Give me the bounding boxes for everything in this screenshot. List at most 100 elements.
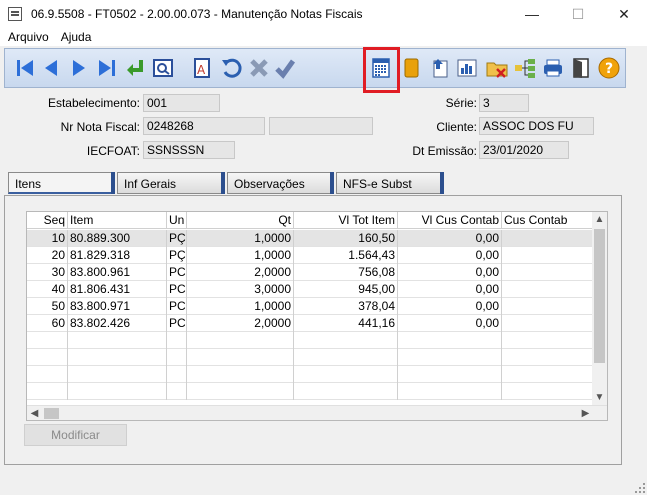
cell-qt — [187, 366, 294, 383]
chart-icon — [457, 59, 477, 77]
chart-button[interactable] — [453, 54, 481, 82]
cell-qt: 1,0000 — [187, 247, 294, 264]
table-row[interactable]: 60 83.802.426 PC 2,0000 441,16 0,00 — [27, 315, 593, 332]
menu-arquivo[interactable]: Arquivo — [8, 30, 49, 44]
edit-button[interactable]: A — [189, 54, 217, 82]
iecfoat-field[interactable]: SSNSSSN — [143, 141, 235, 159]
window-title: 06.9.5508 - FT0502 - 2.00.00.073 - Manut… — [31, 7, 363, 21]
cell-seq: 20 — [27, 247, 68, 264]
tab-inf-gerais[interactable]: Inf Gerais — [117, 172, 225, 194]
cell-vl-tot-item — [294, 332, 398, 349]
cell-cus-contab — [502, 230, 593, 247]
svg-text:?: ? — [605, 61, 613, 77]
cell-un: PC — [169, 281, 187, 298]
resize-grip-icon[interactable] — [635, 483, 645, 493]
last-record-button[interactable] — [93, 54, 121, 82]
next-record-button[interactable] — [65, 54, 93, 82]
tree-button[interactable] — [511, 54, 539, 82]
import-button[interactable] — [425, 54, 453, 82]
estabelecimento-field[interactable]: 001 — [143, 94, 220, 112]
cell-seq: 40 — [27, 281, 68, 298]
tab-itens[interactable]: Itens — [8, 172, 115, 194]
book-button[interactable] — [397, 54, 425, 82]
cell-item — [68, 349, 167, 366]
prev-icon — [45, 60, 57, 76]
table-row[interactable]: 50 83.800.971 PC 1,0000 378,04 0,00 — [27, 298, 593, 315]
tab-observacoes[interactable]: Observações — [227, 172, 334, 194]
modificar-button[interactable]: Modificar — [24, 424, 127, 446]
cell-un — [167, 383, 187, 400]
horizontal-scrollbar[interactable]: ◀ ▶ — [27, 405, 607, 420]
calendar-highlight — [363, 47, 400, 93]
help-icon: ? — [598, 57, 620, 79]
table-row[interactable] — [27, 349, 593, 366]
cell-seq: 30 — [27, 264, 68, 281]
col-cus-contab[interactable]: Cus Contab — [502, 212, 593, 229]
print-button[interactable] — [539, 54, 567, 82]
cell-item — [68, 366, 167, 383]
cell-qt: 1,0000 — [187, 298, 294, 315]
next-icon — [73, 60, 85, 76]
zoom-button[interactable] — [149, 54, 177, 82]
scroll-up-icon[interactable]: ▲ — [592, 212, 607, 227]
cell-vl-cus-contab: 0,00 — [398, 315, 502, 332]
exit-button[interactable] — [567, 54, 595, 82]
nota-fiscal-field[interactable]: 0248268 — [143, 117, 265, 135]
col-qt[interactable]: Qt — [187, 212, 294, 229]
table-row[interactable]: 40 81.806.431 PC 3,0000 945,00 0,00 — [27, 281, 593, 298]
cell-cus-contab — [502, 264, 593, 281]
cell-vl-tot-item: 378,04 — [294, 298, 398, 315]
col-seq[interactable]: Seq — [27, 212, 68, 229]
cell-un: PC — [169, 264, 187, 281]
print-icon — [544, 59, 562, 77]
vertical-scroll-thumb[interactable] — [594, 229, 605, 363]
maximize-button[interactable]: ☐ — [555, 0, 601, 28]
tab-strip: Itens Inf Gerais Observações NFS-e Subst — [4, 172, 622, 194]
goto-button[interactable] — [121, 54, 149, 82]
scroll-down-icon[interactable]: ▼ — [592, 390, 607, 405]
undo-button[interactable] — [217, 54, 245, 82]
table-row[interactable] — [27, 332, 593, 349]
minimize-button[interactable]: — — [509, 0, 555, 28]
confirm-button[interactable] — [271, 54, 299, 82]
cell-un: PÇ — [169, 230, 187, 247]
serie-field[interactable]: 3 — [479, 94, 529, 112]
nota-fiscal-extra-field[interactable] — [269, 117, 373, 135]
table-row[interactable] — [27, 383, 593, 400]
cell-item: 80.889.300 — [68, 230, 167, 247]
book-icon — [404, 58, 419, 78]
first-record-button[interactable] — [11, 54, 39, 82]
scroll-left-icon[interactable]: ◀ — [27, 406, 42, 420]
prev-record-button[interactable] — [37, 54, 65, 82]
cell-qt: 3,0000 — [187, 281, 294, 298]
table-row[interactable]: 10 80.889.300 PÇ 1,0000 160,50 0,00 — [27, 230, 593, 247]
folder-remove-button[interactable] — [483, 54, 511, 82]
cell-cus-contab — [502, 332, 593, 349]
horizontal-scroll-thumb[interactable] — [44, 408, 59, 419]
cell-item: 83.800.971 — [68, 298, 167, 315]
table-row[interactable]: 30 83.800.961 PC 2,0000 756,08 0,00 — [27, 264, 593, 281]
cell-vl-cus-contab — [398, 383, 502, 400]
cliente-field[interactable]: ASSOC DOS FU — [479, 117, 594, 135]
col-vl-cus-contab[interactable]: Vl Cus Contab — [398, 212, 502, 229]
cell-un — [167, 332, 187, 349]
cell-vl-tot-item — [294, 349, 398, 366]
close-button[interactable]: ✕ — [601, 0, 647, 28]
tab-nfse-subst[interactable]: NFS-e Subst — [336, 172, 444, 194]
items-grid[interactable]: Seq Item Un Qt Vl Tot Item Vl Cus Contab… — [26, 211, 608, 421]
cell-qt — [187, 349, 294, 366]
cell-qt: 2,0000 — [187, 315, 294, 332]
help-button[interactable]: ? — [595, 54, 623, 82]
delete-button[interactable] — [245, 54, 273, 82]
col-un[interactable]: Un — [167, 212, 187, 229]
table-row[interactable]: 20 81.829.318 PÇ 1,0000 1.564,43 0,00 — [27, 247, 593, 264]
menu-ajuda[interactable]: Ajuda — [61, 30, 92, 44]
cell-seq — [27, 366, 68, 383]
col-item[interactable]: Item — [68, 212, 167, 229]
cell-seq — [27, 349, 68, 366]
scroll-right-icon[interactable]: ▶ — [578, 406, 593, 420]
col-vl-tot-item[interactable]: Vl Tot Item — [294, 212, 398, 229]
vertical-scrollbar[interactable]: ▲ ▼ — [592, 212, 607, 406]
table-row[interactable] — [27, 366, 593, 383]
emissao-field[interactable]: 23/01/2020 — [479, 141, 569, 159]
